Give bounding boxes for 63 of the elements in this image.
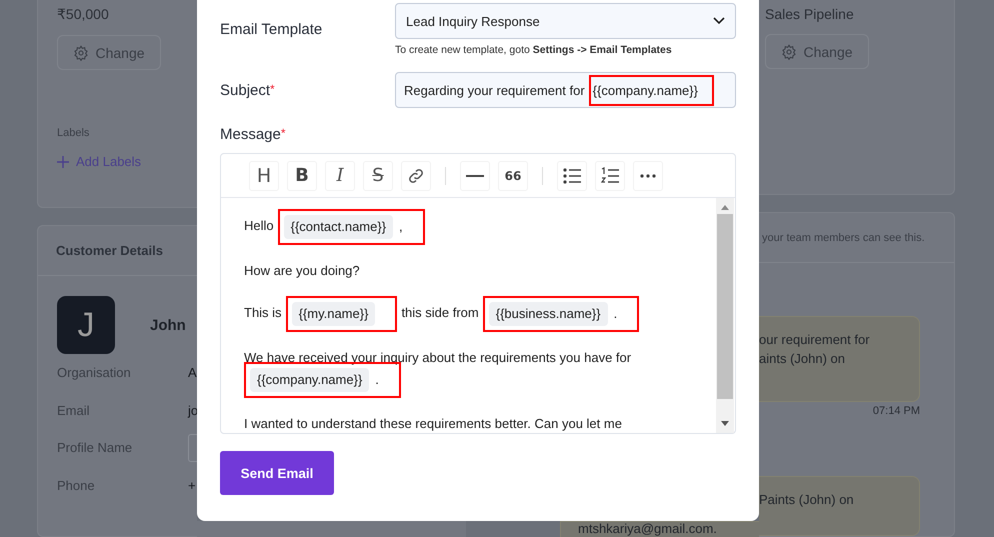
more-button[interactable] (633, 160, 663, 190)
message-text: We have received your inquiry about the requirements you have for (244, 350, 632, 365)
field-value: + (188, 478, 196, 493)
field-label: Message* (220, 126, 287, 143)
template-dropdown[interactable]: Lead Inquiry Response (395, 3, 736, 39)
bullet-list-icon (563, 168, 581, 184)
message-time: 07:14 PM (872, 405, 920, 417)
avatar: J (57, 296, 115, 354)
plus-icon (57, 156, 69, 168)
customer-name: John (150, 316, 186, 334)
horizontal-line-icon (466, 174, 484, 178)
labels-heading: Labels (57, 127, 90, 139)
message-text: This is (244, 305, 282, 320)
numbered-list-button[interactable] (595, 160, 625, 190)
more-icon (640, 174, 656, 178)
quote-button[interactable]: 66 (498, 160, 528, 190)
variable-tag: {{company.name}} (592, 82, 698, 98)
message-text: Hello (244, 218, 274, 234)
punctuation: . (614, 306, 618, 322)
field-value: A (188, 365, 197, 380)
strikethrough-button[interactable]: S (363, 160, 393, 190)
horizontal-rule-button[interactable] (460, 160, 490, 190)
field-label: Subject* (220, 82, 276, 98)
subject-field[interactable]: Regarding your requirement for {{company.name}} (395, 72, 736, 108)
link-icon (407, 166, 425, 184)
field-label: Organisation (57, 365, 132, 380)
gear-icon (73, 44, 90, 60)
link-button[interactable] (401, 160, 431, 190)
italic-button[interactable]: I (325, 160, 355, 190)
message-text: Paints (John) on (759, 491, 855, 509)
variable-tag: {{company.name}} (250, 368, 370, 392)
punctuation: . (375, 372, 379, 388)
variable-tag: {{my.name}} (292, 302, 376, 326)
notice-text: your team members can see this. (762, 232, 925, 244)
subject-text: Regarding your requirement for (404, 82, 585, 98)
message-text: How are you doing? (244, 263, 360, 278)
gear-icon (781, 44, 798, 60)
hint-text: To create new template, goto Settings -> Email Templates (395, 44, 673, 56)
variable-tag: {{business.name}} (488, 302, 608, 326)
message-text: I wanted to understand these requirements better. Can you let me (244, 416, 622, 431)
scrollbar[interactable] (716, 198, 734, 433)
send-email-button[interactable]: Send Email (220, 451, 334, 495)
heading-button[interactable]: H (249, 160, 279, 190)
message-text: this side from (401, 305, 479, 320)
field-label: Email (57, 402, 91, 418)
numbered-list-icon (601, 166, 619, 184)
message-editor[interactable] (220, 153, 736, 434)
section-title: Customer Details (56, 243, 163, 258)
bold-button[interactable]: B (287, 160, 317, 190)
pipeline-text: Sales Pipeline (765, 6, 855, 22)
field-label: Email Template (220, 21, 324, 38)
message-text: our requirement for (759, 331, 871, 349)
chevron-down-icon (713, 17, 725, 25)
punctuation: , (399, 219, 403, 235)
field-label: Phone (57, 478, 96, 493)
message-text: aints (John) on (759, 350, 846, 368)
amount-text: ₹50,000 (57, 6, 110, 23)
scroll-down-icon[interactable] (721, 421, 729, 426)
message-text: mtshkariya@gmail.com. (578, 521, 717, 536)
variable-tag: {{contact.name}} (284, 215, 394, 239)
scroll-up-icon[interactable] (721, 205, 729, 210)
bullet-list-button[interactable] (557, 160, 587, 190)
field-label: Profile Name (57, 440, 134, 456)
